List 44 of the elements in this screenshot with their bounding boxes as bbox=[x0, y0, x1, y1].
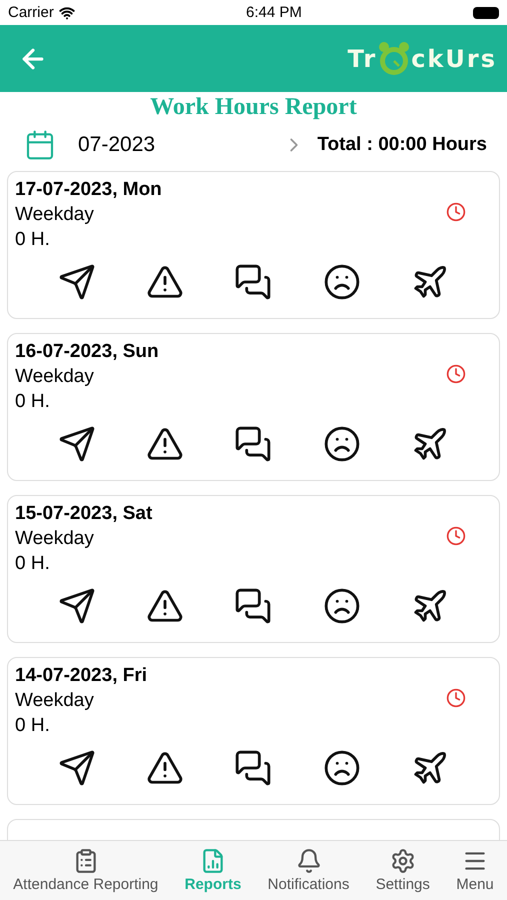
day-date: 16-07-2023, Sun bbox=[15, 341, 160, 363]
month-value: 07-2023 bbox=[78, 133, 156, 157]
day-date: 17-07-2023, Mon bbox=[15, 179, 163, 201]
send-icon[interactable] bbox=[58, 425, 96, 463]
clock-icon bbox=[446, 202, 466, 222]
frown-icon[interactable] bbox=[322, 749, 361, 787]
clock-icon bbox=[446, 364, 466, 384]
day-hours: 0 H. bbox=[15, 229, 50, 251]
frown-icon[interactable] bbox=[322, 425, 361, 463]
clock-time: 6:44 PM bbox=[246, 4, 302, 21]
day-date: 15-07-2023, Sat bbox=[15, 503, 154, 525]
day-type: Weekday bbox=[15, 528, 94, 550]
day-type: Weekday bbox=[15, 366, 94, 388]
clock-icon bbox=[446, 526, 466, 546]
day-type: Weekday bbox=[15, 204, 94, 226]
page-title: Work Hours Report bbox=[149, 94, 358, 121]
wifi-icon bbox=[58, 4, 75, 20]
send-icon[interactable] bbox=[58, 749, 96, 787]
battery-icon bbox=[473, 6, 499, 18]
chat-icon[interactable] bbox=[234, 425, 272, 463]
chat-icon[interactable] bbox=[234, 749, 272, 787]
tab-item[interactable]: Attendance Reporting bbox=[13, 848, 158, 893]
day-hours: 0 H. bbox=[15, 553, 50, 575]
tab-item[interactable]: Notifications bbox=[268, 848, 350, 893]
chat-icon[interactable] bbox=[234, 263, 272, 301]
carrier-text: Carrier bbox=[8, 4, 75, 21]
chat-icon[interactable] bbox=[234, 587, 272, 625]
send-icon[interactable] bbox=[58, 263, 96, 301]
frown-icon[interactable] bbox=[322, 263, 361, 301]
clock-icon bbox=[446, 688, 466, 708]
calendar-icon[interactable] bbox=[24, 129, 56, 161]
day-date: 14-07-2023, Fri bbox=[15, 665, 148, 687]
total-hours: Total : 00:00 Hours bbox=[317, 134, 487, 156]
tab-item[interactable]: Menu bbox=[456, 848, 494, 893]
bell-icon bbox=[296, 848, 322, 874]
day-hours: 0 H. bbox=[15, 391, 50, 413]
logo-text: ckUrs bbox=[411, 44, 497, 72]
day-hours: 0 H. bbox=[15, 715, 50, 737]
frown-icon[interactable] bbox=[322, 587, 361, 625]
logo-text: Tr bbox=[348, 44, 378, 72]
day-type: Weekday bbox=[15, 690, 94, 712]
tab-item[interactable]: Settings bbox=[376, 848, 430, 893]
settings-icon bbox=[390, 848, 416, 874]
send-icon[interactable] bbox=[58, 587, 96, 625]
